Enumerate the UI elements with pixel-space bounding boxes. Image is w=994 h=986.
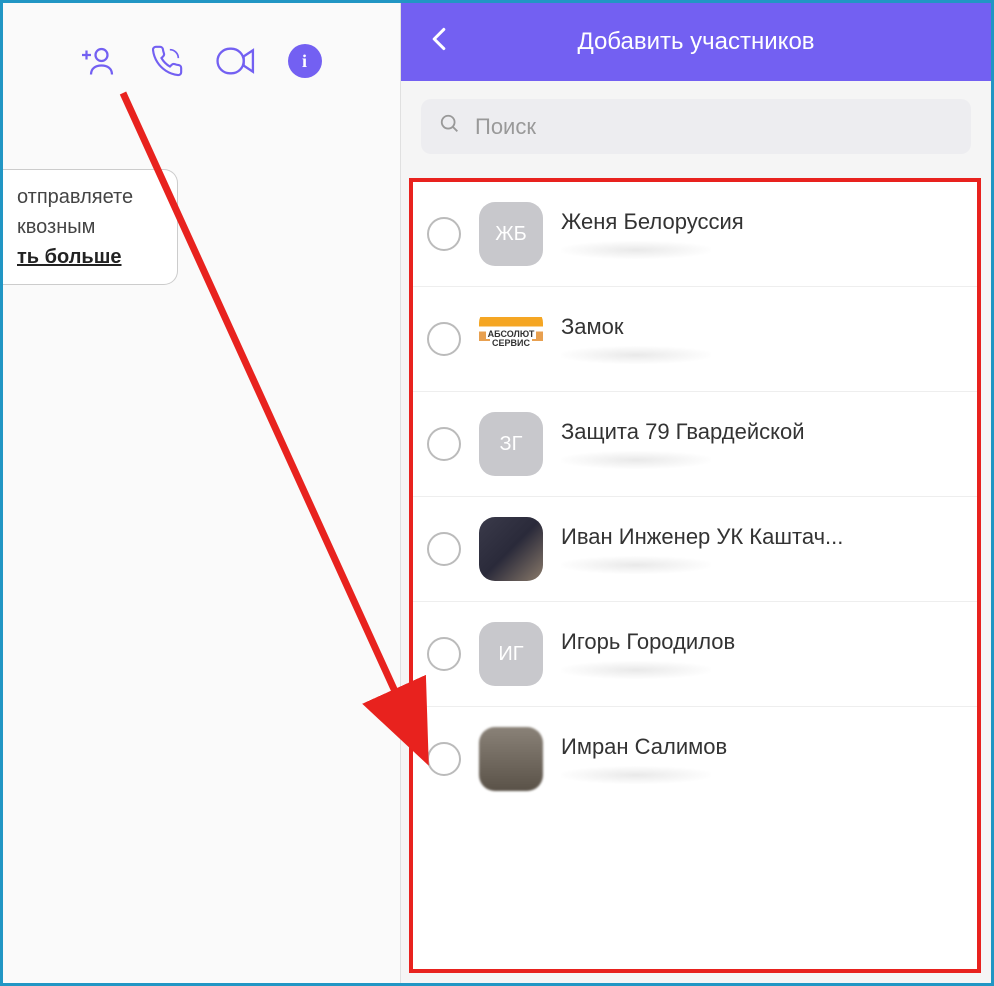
avatar-initials: ИГ (498, 643, 523, 666)
avatar-logo-bottom: СЕРВИС (490, 339, 532, 348)
search-icon (439, 113, 461, 140)
contact-info: Иван Инженер УК Каштач... (561, 524, 961, 574)
contact-name: Иван Инженер УК Каштач... (561, 524, 961, 550)
contacts-list: ЖБ Женя Белоруссия АБСОЛЮТ СЕРВИС Замок (409, 178, 981, 973)
avatar (479, 517, 543, 581)
contact-phone-blurred (561, 346, 711, 364)
contact-name: Замок (561, 314, 961, 340)
info-icon[interactable]: i (288, 44, 322, 78)
contact-name: Защита 79 Гвардейской (561, 419, 961, 445)
contact-info: Замок (561, 314, 961, 364)
contact-checkbox[interactable] (427, 742, 461, 776)
contact-row[interactable]: АБСОЛЮТ СЕРВИС Замок (413, 287, 977, 392)
contact-phone-blurred (561, 766, 711, 784)
avatar: ЗГ (479, 412, 543, 476)
contact-name: Игорь Городилов (561, 629, 961, 655)
search-input[interactable] (475, 114, 953, 140)
right-pane: Добавить участников ЖБ Женя Белоруссия (401, 3, 991, 983)
contact-checkbox[interactable] (427, 217, 461, 251)
panel-title: Добавить участников (421, 28, 971, 56)
contact-info: Имран Салимов (561, 734, 961, 784)
contact-info: Защита 79 Гвардейской (561, 419, 961, 469)
contact-row[interactable]: ЗГ Защита 79 Гвардейской (413, 392, 977, 497)
contact-row[interactable]: ЖБ Женя Белоруссия (413, 182, 977, 287)
contact-info: Игорь Городилов (561, 629, 961, 679)
contact-phone-blurred (561, 241, 711, 259)
avatar (479, 727, 543, 791)
avatar: ЖБ (479, 202, 543, 266)
snippet-line: отправляете (17, 182, 163, 212)
phone-icon[interactable] (150, 44, 184, 78)
panel-header: Добавить участников (401, 3, 991, 81)
search-box[interactable] (421, 99, 971, 154)
contact-checkbox[interactable] (427, 322, 461, 356)
avatar-initials: ЖБ (495, 223, 527, 246)
back-button[interactable] (421, 17, 457, 67)
toolbar: i (3, 3, 400, 99)
contact-row[interactable]: ИГ Игорь Городилов (413, 602, 977, 707)
avatar-initials: ЗГ (500, 433, 523, 456)
contact-checkbox[interactable] (427, 637, 461, 671)
contact-info: Женя Белоруссия (561, 209, 961, 259)
contact-row[interactable]: Имран Салимов (413, 707, 977, 811)
encryption-notice: отправляете квозным ть больше (3, 169, 178, 285)
add-user-icon[interactable] (82, 43, 118, 79)
contact-phone-blurred (561, 451, 711, 469)
avatar: АБСОЛЮТ СЕРВИС (479, 307, 543, 371)
contact-phone-blurred (561, 661, 711, 679)
avatar: ИГ (479, 622, 543, 686)
contact-checkbox[interactable] (427, 427, 461, 461)
contact-name: Имран Салимов (561, 734, 961, 760)
video-icon[interactable] (216, 44, 256, 78)
contact-checkbox[interactable] (427, 532, 461, 566)
contact-phone-blurred (561, 556, 711, 574)
app-container: i отправляете квозным ть больше (0, 0, 994, 986)
contact-row[interactable]: Иван Инженер УК Каштач... (413, 497, 977, 602)
snippet-line: квозным (17, 212, 163, 242)
left-pane: i отправляете квозным ть больше (3, 3, 401, 983)
learn-more-link[interactable]: ть больше (17, 242, 163, 272)
contact-name: Женя Белоруссия (561, 209, 961, 235)
